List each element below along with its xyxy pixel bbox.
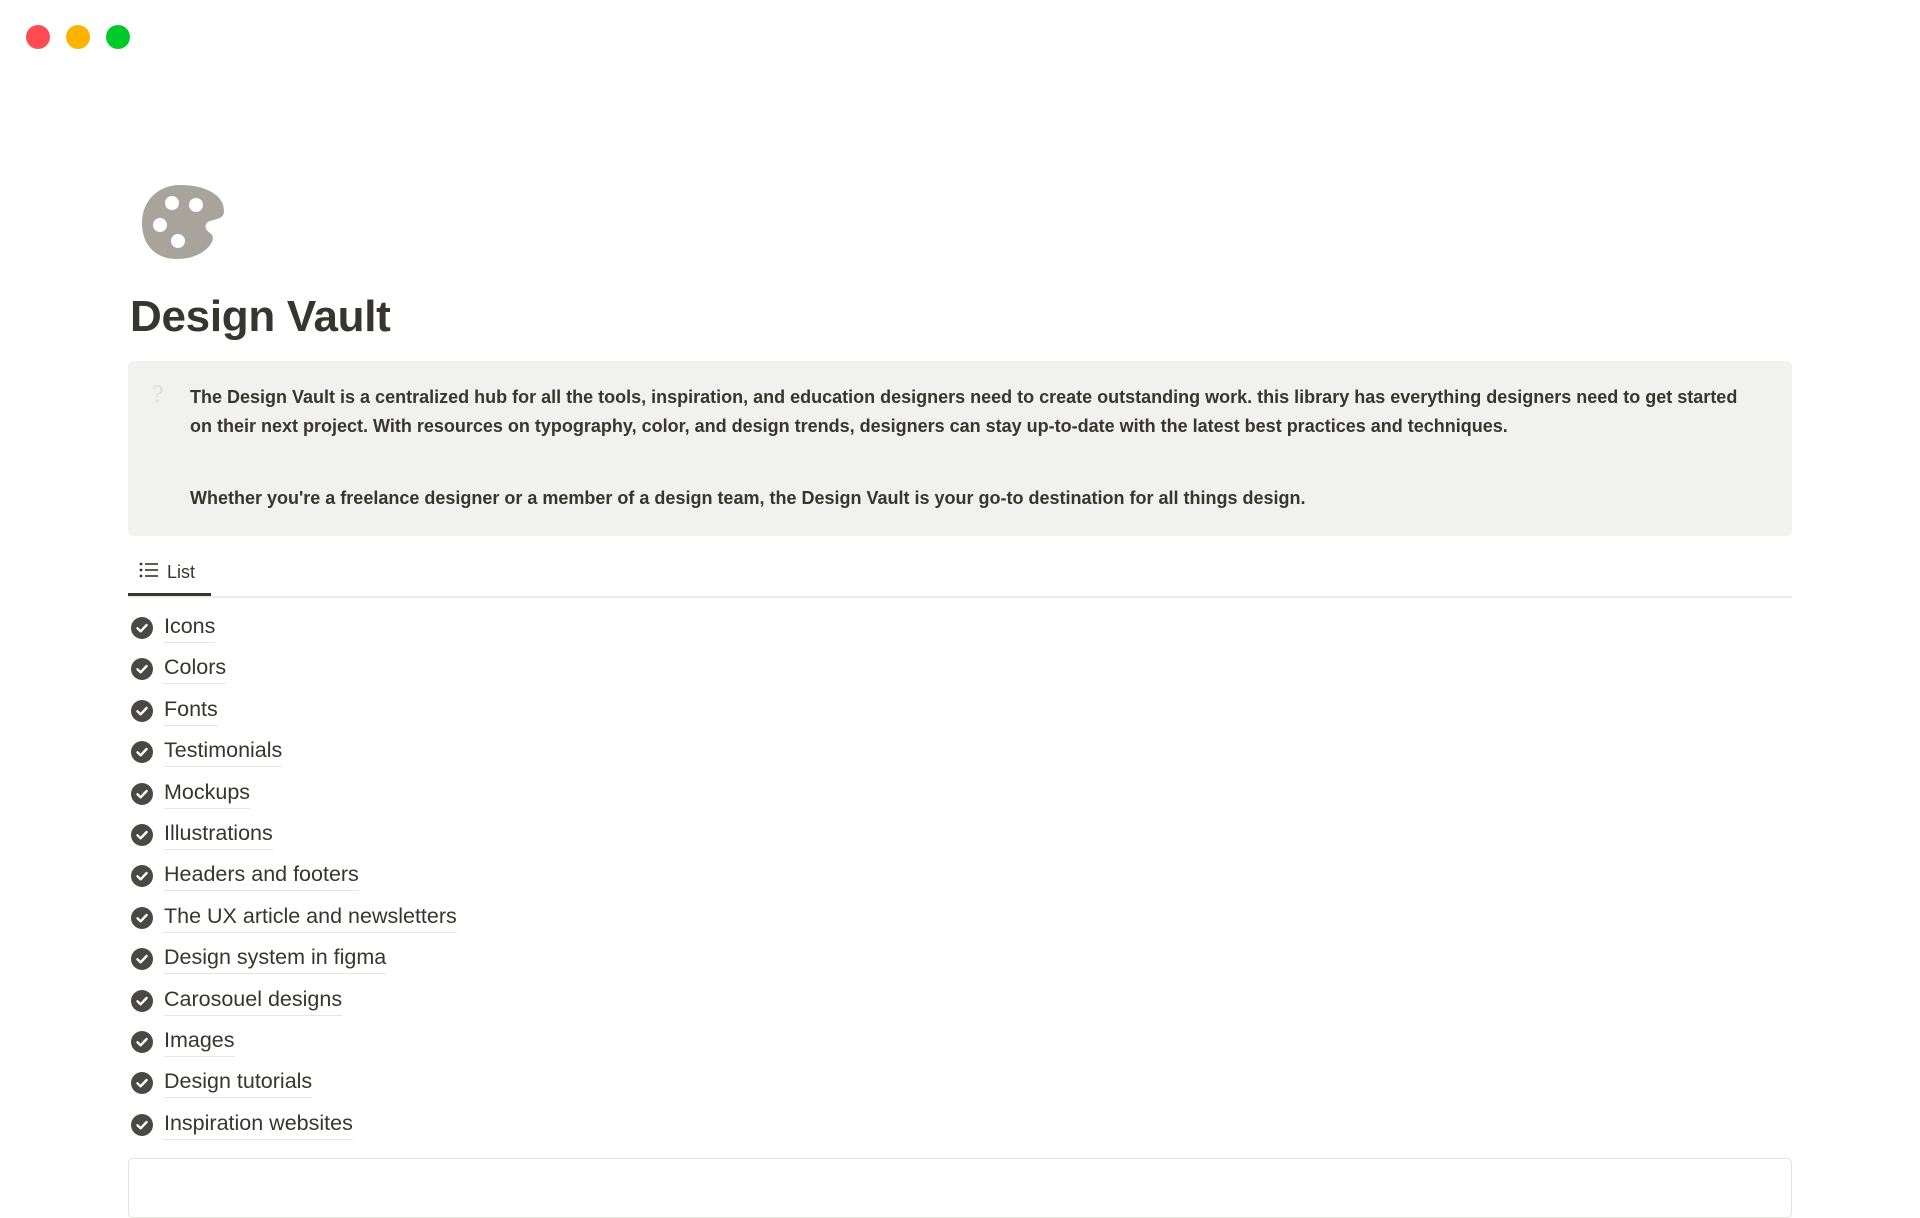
list-item[interactable]: Design tutorials xyxy=(128,1067,457,1108)
list-item[interactable]: Mockups xyxy=(128,778,457,819)
list-item[interactable]: Illustrations xyxy=(128,819,457,860)
list-item[interactable]: Images xyxy=(128,1026,457,1067)
palette-icon[interactable] xyxy=(140,183,228,261)
embedded-block xyxy=(128,1158,1792,1218)
check-circle-icon xyxy=(131,948,153,971)
list-item-label[interactable]: Images xyxy=(164,1026,235,1057)
resource-list: Icons Colors Fonts Testimonials Mockups … xyxy=(128,612,457,1150)
check-circle-icon xyxy=(131,741,153,764)
list-item[interactable]: Design system in figma xyxy=(128,943,457,984)
list-item[interactable]: Fonts xyxy=(128,695,457,736)
check-circle-icon xyxy=(131,989,153,1012)
list-item-label[interactable]: Design tutorials xyxy=(164,1067,313,1099)
list-item-label[interactable]: Inspiration websites xyxy=(164,1109,353,1140)
list-item-label[interactable]: Carosouel designs xyxy=(164,985,343,1016)
callout-block: ? The Design Vault is a centralized hub … xyxy=(128,361,1792,536)
list-item-label[interactable]: Headers and footers xyxy=(164,860,359,892)
list-item-label[interactable]: Mockups xyxy=(164,778,251,809)
callout-text: The Design Vault is a centralized hub fo… xyxy=(190,383,1750,513)
check-circle-icon xyxy=(131,906,153,929)
list-item-label[interactable]: Colors xyxy=(164,653,227,685)
page-title: Design Vault xyxy=(130,292,391,341)
list-item-label[interactable]: The UX article and newsletters xyxy=(164,902,457,933)
minimize-window-button[interactable] xyxy=(66,25,90,49)
check-circle-icon xyxy=(131,1030,153,1053)
question-mark-icon: ? xyxy=(152,383,164,408)
view-tabs: List xyxy=(128,552,1792,598)
list-item-label[interactable]: Design system in figma xyxy=(164,943,387,975)
check-circle-icon xyxy=(131,699,153,722)
check-circle-icon xyxy=(131,1072,153,1095)
check-circle-icon xyxy=(131,658,153,681)
list-item-label[interactable]: Fonts xyxy=(164,695,218,726)
list-item-label[interactable]: Illustrations xyxy=(164,819,273,850)
list-item[interactable]: Colors xyxy=(128,653,457,694)
list-item[interactable]: Headers and footers xyxy=(128,860,457,901)
list-item-label[interactable]: Testimonials xyxy=(164,736,283,768)
list-icon xyxy=(139,562,159,583)
check-circle-icon xyxy=(131,782,153,805)
list-item[interactable]: Inspiration websites xyxy=(128,1109,457,1150)
close-window-button[interactable] xyxy=(26,25,50,49)
list-item-label[interactable]: Icons xyxy=(164,612,216,643)
check-circle-icon xyxy=(131,823,153,846)
callout-paragraph: Whether you're a freelance designer or a… xyxy=(190,488,1306,508)
check-circle-icon xyxy=(131,1113,153,1136)
callout-paragraph: The Design Vault is a centralized hub fo… xyxy=(190,387,1738,436)
list-item[interactable]: Icons xyxy=(128,612,457,653)
list-item[interactable]: The UX article and newsletters xyxy=(128,902,457,943)
check-circle-icon xyxy=(131,617,153,639)
window-controls xyxy=(26,25,130,49)
list-item[interactable]: Carosouel designs xyxy=(128,985,457,1026)
maximize-window-button[interactable] xyxy=(106,25,130,49)
list-item[interactable]: Testimonials xyxy=(128,736,457,777)
tab-list[interactable]: List xyxy=(128,552,211,596)
tab-list-label: List xyxy=(167,562,196,582)
check-circle-icon xyxy=(131,865,153,888)
